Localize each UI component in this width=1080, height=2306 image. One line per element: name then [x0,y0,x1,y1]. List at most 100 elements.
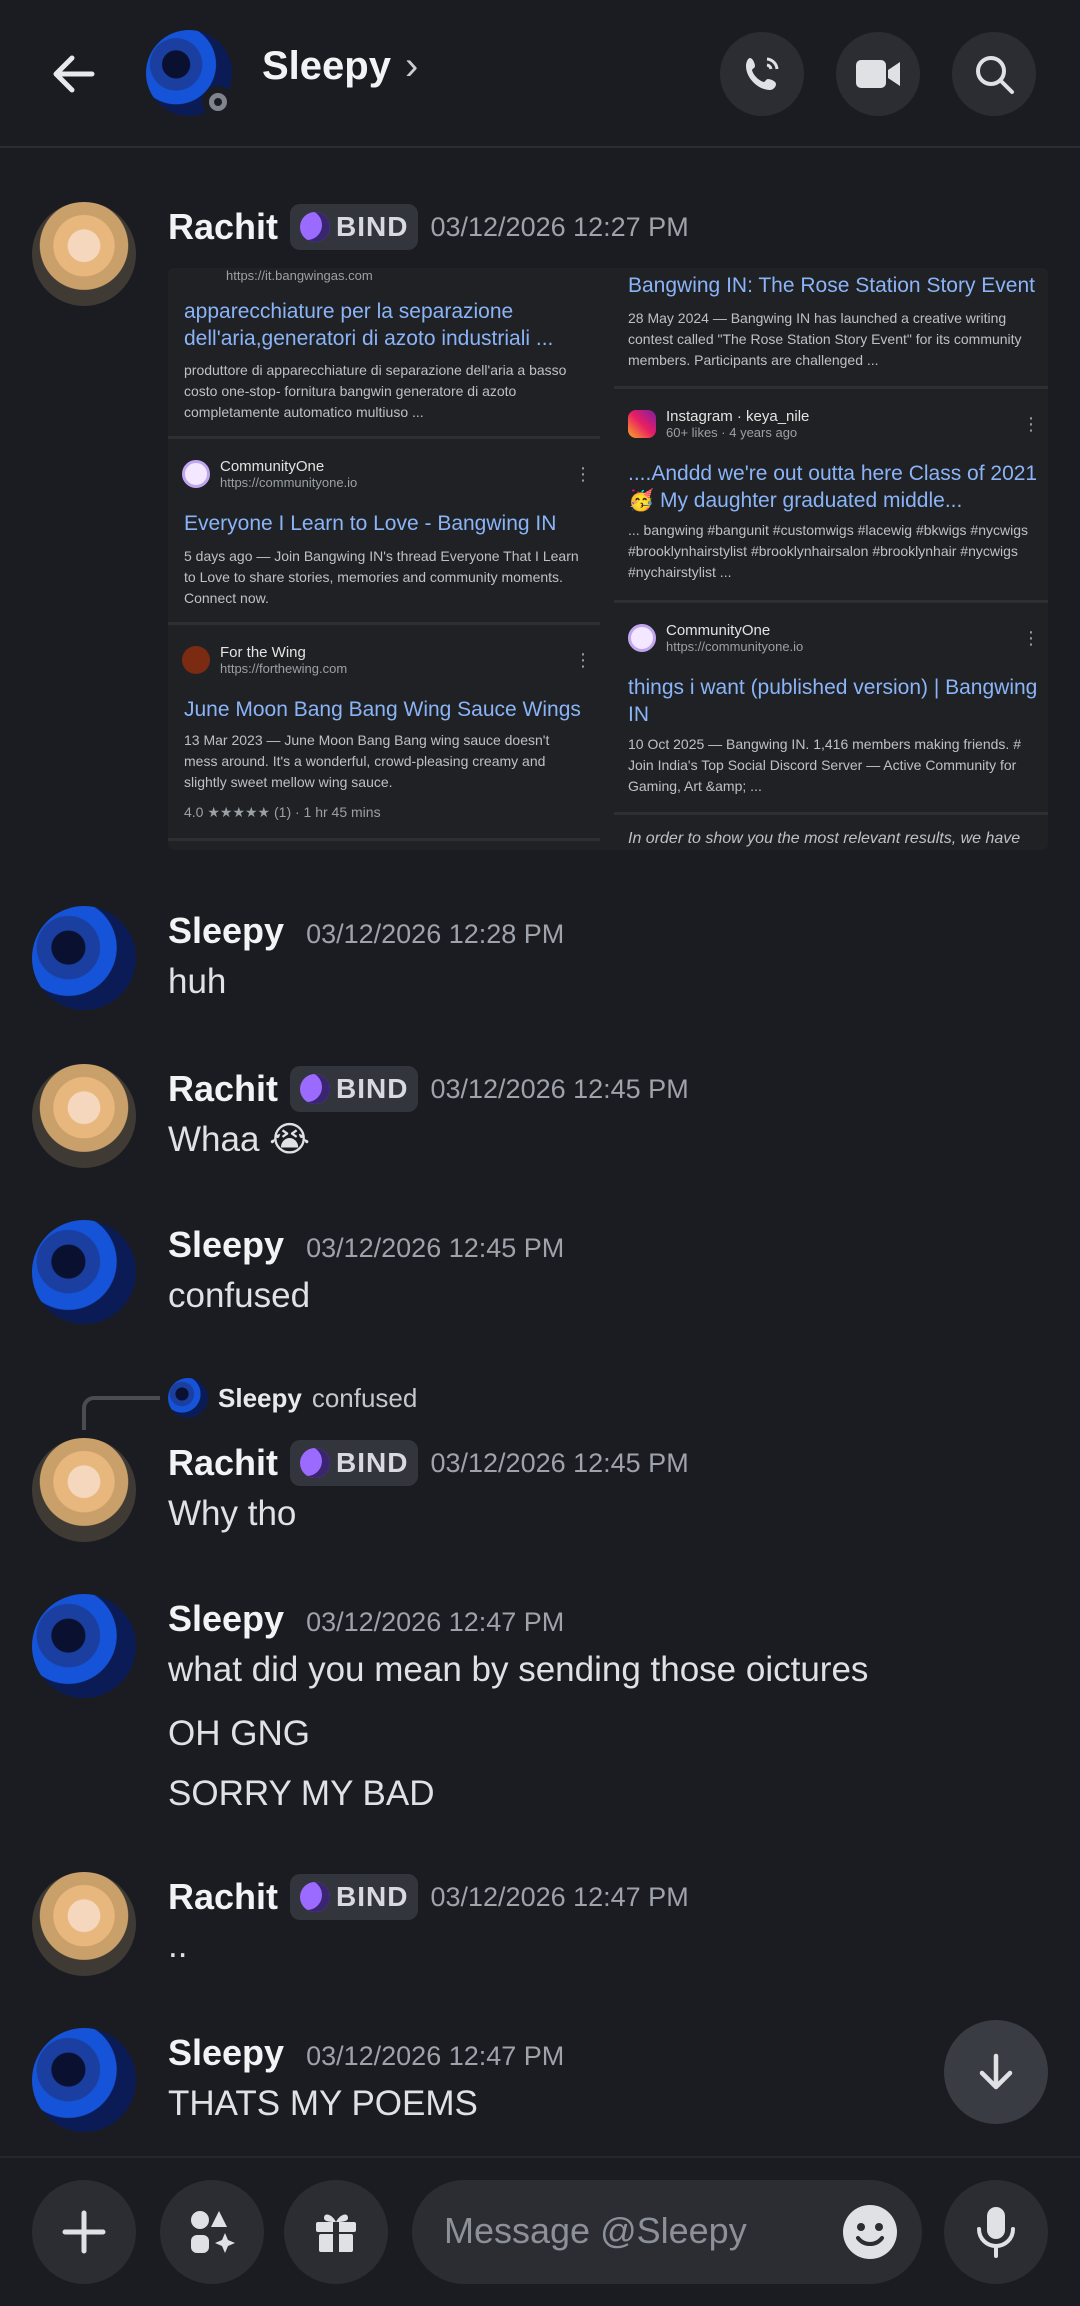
avatar[interactable] [32,906,136,1010]
message-text: Why tho [168,1494,297,1533]
result-title: things i want (published version) | Bang… [628,676,1038,726]
message-text: .. [168,1926,188,1965]
result-title: ....Anddd we're out outta here Class of … [628,462,1038,512]
badge-label: BIND [336,1881,409,1912]
message-text: OH GNG [168,1714,310,1753]
timestamp: 03/12/2026 12:27 PM [430,211,689,242]
more-icon: ⋮ [1022,414,1040,434]
search-result-card: https://it.bangwingas.com apparecchiatur… [168,268,600,439]
avatar [168,1378,208,1418]
message-text: huh [168,962,227,1001]
author-name[interactable]: Sleepy [168,2032,284,2074]
result-snippet: 28 May 2024 — Bangwing IN has launched a… [628,310,1022,368]
timestamp: 03/12/2026 12:47 PM [306,1607,565,1637]
more-icon: ⋮ [574,650,592,670]
back-button[interactable] [34,34,114,114]
avatar[interactable] [32,1064,136,1168]
author-name[interactable]: Rachit [168,1068,278,1110]
author-name[interactable]: Sleepy [168,1224,284,1266]
search-icon [976,56,1014,94]
message-header: Rachit BIND 03/12/2026 12:27 PM [168,204,689,250]
avatar[interactable] [32,2028,136,2132]
channel-header: Sleepy › [0,0,1080,148]
video-call-button[interactable] [836,32,920,116]
guild-tag-badge[interactable]: BIND [290,204,419,250]
result-title: apparecchiature per la separazione dell'… [184,300,554,350]
emoji-button[interactable] [842,2204,898,2260]
guild-tag-badge[interactable]: BIND [290,1874,419,1920]
result-url: https://communityone.io [666,639,804,654]
message-text: SORRY MY BAD [168,1774,435,1813]
results-footer-note: In order to show you the most relevant r… [628,830,1021,847]
author-name[interactable]: Rachit [168,1442,278,1484]
result-meta: 60+ likes · 4 years ago [666,425,798,440]
result-title: Everyone I Learn to Love - Bangwing IN [184,512,557,535]
result-snippet: ... bangwing #bangunit #customwigs #lace… [628,522,1028,580]
attachment-image[interactable]: https://it.bangwingas.com apparecchiatur… [168,268,1048,850]
result-source: Instagram · keya_nile [666,408,810,425]
mic-icon [977,2207,1015,2258]
search-result-card: Instagram · keya_nile 60+ likes · 4 years… [614,390,1048,603]
avatar[interactable] [32,1438,136,1542]
reply-author: Sleepy [218,1382,302,1413]
result-source: CommunityOne [666,622,771,639]
timestamp: 03/12/2026 12:28 PM [306,919,565,949]
author-name[interactable]: Sleepy [168,1598,284,1640]
search-button[interactable] [952,32,1036,116]
reply-preview[interactable]: Sleepy confused [168,1378,417,1418]
result-snippet: produttore di apparecchiature di separaz… [184,362,567,420]
message-header: Sleepy 03/12/2026 12:28 PM [168,910,564,952]
result-title: June Moon Bang Bang Wing Sauce Wings [184,698,581,721]
timestamp: 03/12/2026 12:47 PM [430,1881,689,1912]
badge-label: BIND [336,211,409,242]
message-text: THATS MY POEMS [168,2084,478,2123]
status-indicator [202,86,234,118]
reply-text: confused [311,1382,418,1413]
author-name[interactable]: Sleepy [168,910,284,952]
arrow-down-icon [979,2053,1013,2090]
more-icon: ⋮ [574,464,592,484]
message-header: Rachit BIND 03/12/2026 12:45 PM [168,1440,689,1486]
message-header: Sleepy 03/12/2026 12:47 PM [168,1598,564,1640]
message-input-placeholder: Message @Sleepy [444,2210,747,2251]
plus-icon [62,2210,106,2254]
result-rating: 4.0 ★★★★★ (1) · 1 hr 45 mins [184,804,381,820]
back-arrow-icon [53,55,95,93]
message-input[interactable]: Message @Sleepy [412,2180,922,2284]
add-attachment-button[interactable] [32,2180,136,2284]
channel-title[interactable]: Sleepy › [262,44,418,89]
search-result-card: CommunityOne https://communityone.io ⋮ Ev… [168,440,600,625]
result-source: CommunityOne [220,458,325,475]
more-icon: ⋮ [1022,628,1040,648]
voice-call-button[interactable] [720,32,804,116]
author-name[interactable]: Rachit [168,206,278,248]
video-icon [856,60,900,88]
avatar[interactable] [32,202,136,306]
message-text: confused [168,1276,311,1315]
author-name[interactable]: Rachit [168,1876,278,1918]
jump-to-present-button[interactable] [944,2020,1048,2124]
moon-icon [300,1074,331,1104]
apps-button[interactable] [160,2180,264,2284]
page-title: Sleepy [262,44,391,88]
gift-icon [316,2214,356,2252]
badge-label: BIND [336,1073,409,1104]
for-the-wing-icon [182,646,210,674]
timestamp: 03/12/2026 12:45 PM [430,1073,689,1104]
guild-tag-badge[interactable]: BIND [290,1066,419,1112]
avatar[interactable] [32,1872,136,1976]
message-header: Sleepy 03/12/2026 12:47 PM [168,2032,564,2074]
voice-message-button[interactable] [944,2180,1048,2284]
guild-tag-badge[interactable]: BIND [290,1440,419,1486]
communityone-icon [628,624,656,652]
message-header: Rachit BIND 03/12/2026 12:45 PM [168,1066,689,1112]
gift-button[interactable] [284,2180,388,2284]
badge-label: BIND [336,1447,409,1478]
message-text: Whaa 😭 [168,1120,311,1159]
result-url: https://communityone.io [220,475,358,490]
avatar[interactable] [32,1594,136,1698]
result-title: Bangwing IN: The Rose Station Story Even… [628,274,1035,297]
avatar[interactable] [32,1220,136,1324]
reply-connector [82,1396,160,1430]
instagram-icon [628,410,656,438]
